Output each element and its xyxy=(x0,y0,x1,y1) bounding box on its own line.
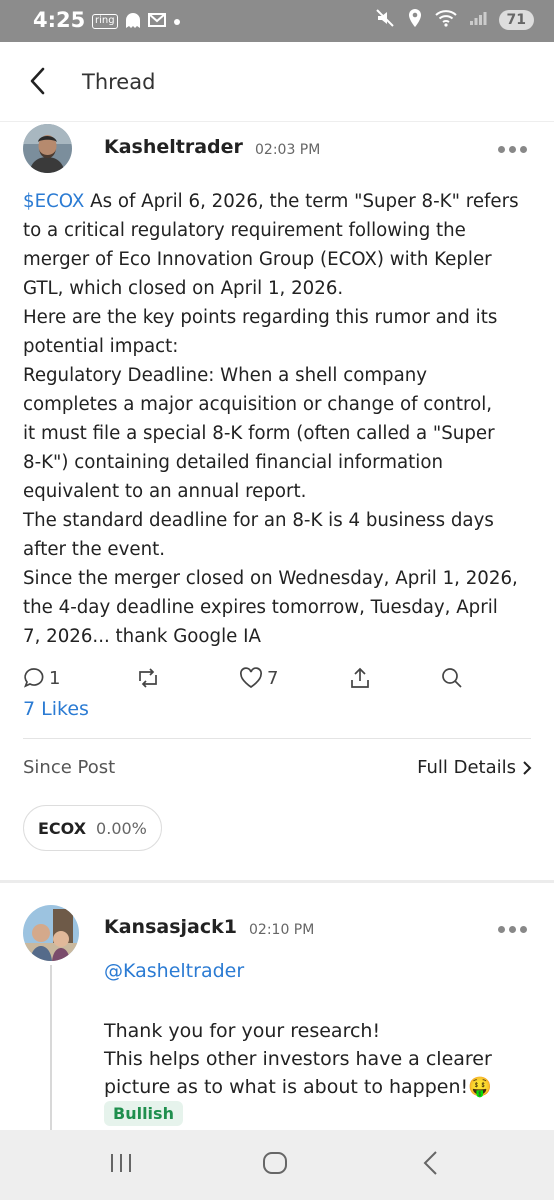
heart-icon xyxy=(240,667,262,689)
status-bar: 4:25 ring 71 xyxy=(0,0,554,42)
home-button[interactable] xyxy=(262,1150,288,1180)
location-icon xyxy=(407,8,423,32)
reply-body: Thank you for your research! This helps … xyxy=(104,1017,534,1101)
since-post-label: Since Post xyxy=(23,757,116,778)
system-icons: 71 xyxy=(375,8,534,32)
reply-line: This helps other investors have a cleare… xyxy=(104,1048,492,1070)
back-nav-button[interactable] xyxy=(420,1150,442,1180)
back-button[interactable] xyxy=(24,64,54,98)
post-line: to a critical regulatory requirement fol… xyxy=(23,220,466,241)
divider xyxy=(23,738,531,739)
more-options-button[interactable] xyxy=(498,146,527,153)
avatar[interactable] xyxy=(23,905,79,961)
more-dot-icon xyxy=(509,146,516,153)
reply-author[interactable]: Kansasjack1 xyxy=(104,916,237,938)
mute-icon xyxy=(375,8,395,32)
more-options-button[interactable] xyxy=(498,926,527,933)
notification-icons: ring xyxy=(92,12,182,31)
post-actions: 1 7 xyxy=(23,667,503,695)
ghost-icon xyxy=(124,12,142,31)
post-line: 8-K") containing detailed financial info… xyxy=(23,452,444,473)
full-details-label: Full Details xyxy=(417,757,516,778)
full-details-link[interactable]: Full Details xyxy=(417,757,532,778)
reply-button[interactable]: 1 xyxy=(23,667,60,689)
post-line: Since the merger closed on Wednesday, Ap… xyxy=(23,568,518,589)
ticker-link[interactable]: $ECOX xyxy=(23,191,84,212)
post-line: Regulatory Deadline: When a shell compan… xyxy=(23,365,428,386)
signal-icon xyxy=(469,10,487,30)
chevron-left-icon xyxy=(30,67,45,95)
recent-apps-icon xyxy=(111,1154,131,1172)
likes-link[interactable]: 7 Likes xyxy=(23,698,89,720)
post-body: $ECOX As of April 6, 2026, the term "Sup… xyxy=(23,187,533,651)
repost-button[interactable] xyxy=(135,667,161,689)
reply-line: picture as to what is about to happen!🤑 xyxy=(104,1076,492,1098)
post-line: potential impact: xyxy=(23,336,179,357)
like-button[interactable]: 7 xyxy=(239,667,278,689)
post-line: $ECOX As of April 6, 2026, the term "Sup… xyxy=(23,187,533,216)
system-nav-bar xyxy=(0,1130,554,1200)
reply-line: Thank you for your research! xyxy=(104,1020,381,1042)
mail-icon xyxy=(147,13,166,30)
search-icon xyxy=(442,668,462,688)
post-line: completes a major acquisition or change … xyxy=(23,394,493,415)
reply-timestamp: 02:10 PM xyxy=(249,922,315,938)
post-line: Here are the key points regarding this r… xyxy=(23,307,498,328)
thread-header: Thread xyxy=(0,42,554,122)
chevron-left-icon xyxy=(423,1151,437,1175)
more-dot-icon xyxy=(498,146,505,153)
status-time: 4:25 xyxy=(33,8,86,32)
ticker-chip[interactable]: ECOX 0.00% xyxy=(23,805,162,851)
thread-connector xyxy=(50,965,52,1135)
page-title: Thread xyxy=(82,70,156,94)
ring-icon: ring xyxy=(92,14,118,29)
post-line: equivalent to an annual report. xyxy=(23,481,307,502)
more-dot-icon xyxy=(520,926,527,933)
recent-apps-button[interactable] xyxy=(108,1150,134,1180)
share-button[interactable] xyxy=(349,667,371,689)
more-dot-icon xyxy=(509,926,516,933)
wifi-icon xyxy=(434,9,457,31)
more-dot-icon xyxy=(498,926,505,933)
chip-change: 0.00% xyxy=(96,818,147,838)
post-timestamp: 02:03 PM xyxy=(255,142,321,158)
home-icon xyxy=(263,1152,287,1174)
post-line-text: As of April 6, 2026, the term "Super 8-K… xyxy=(84,191,519,212)
mention-link[interactable]: @Kasheltrader xyxy=(104,960,244,982)
avatar[interactable] xyxy=(23,124,72,173)
post-line: GTL, which closed on April 1, 2026. xyxy=(23,278,344,299)
dot-icon xyxy=(172,14,182,30)
reply-count: 1 xyxy=(49,667,61,689)
more-dot-icon xyxy=(520,146,527,153)
post-separator xyxy=(0,880,554,883)
search-button[interactable] xyxy=(441,667,463,689)
chevron-right-icon xyxy=(523,760,532,775)
post-line: after the event. xyxy=(23,539,166,560)
comment-icon xyxy=(23,668,44,688)
post-line: it must file a special 8-K form (often c… xyxy=(23,423,495,444)
post-author[interactable]: Kasheltrader xyxy=(104,136,243,158)
share-icon xyxy=(351,667,369,688)
post-line: the 4-day deadline expires tomorrow, Tue… xyxy=(23,597,498,618)
post-line: merger of Eco Innovation Group (ECOX) wi… xyxy=(23,249,492,270)
post-line: The standard deadline for an 8-K is 4 bu… xyxy=(23,510,494,531)
post-line: 7, 2026... thank Google IA xyxy=(23,626,261,647)
battery-indicator: 71 xyxy=(498,10,534,30)
like-count: 7 xyxy=(267,667,279,689)
sentiment-badge: Bullish xyxy=(104,1101,183,1126)
repost-icon xyxy=(139,668,157,688)
chip-symbol: ECOX xyxy=(38,818,87,838)
